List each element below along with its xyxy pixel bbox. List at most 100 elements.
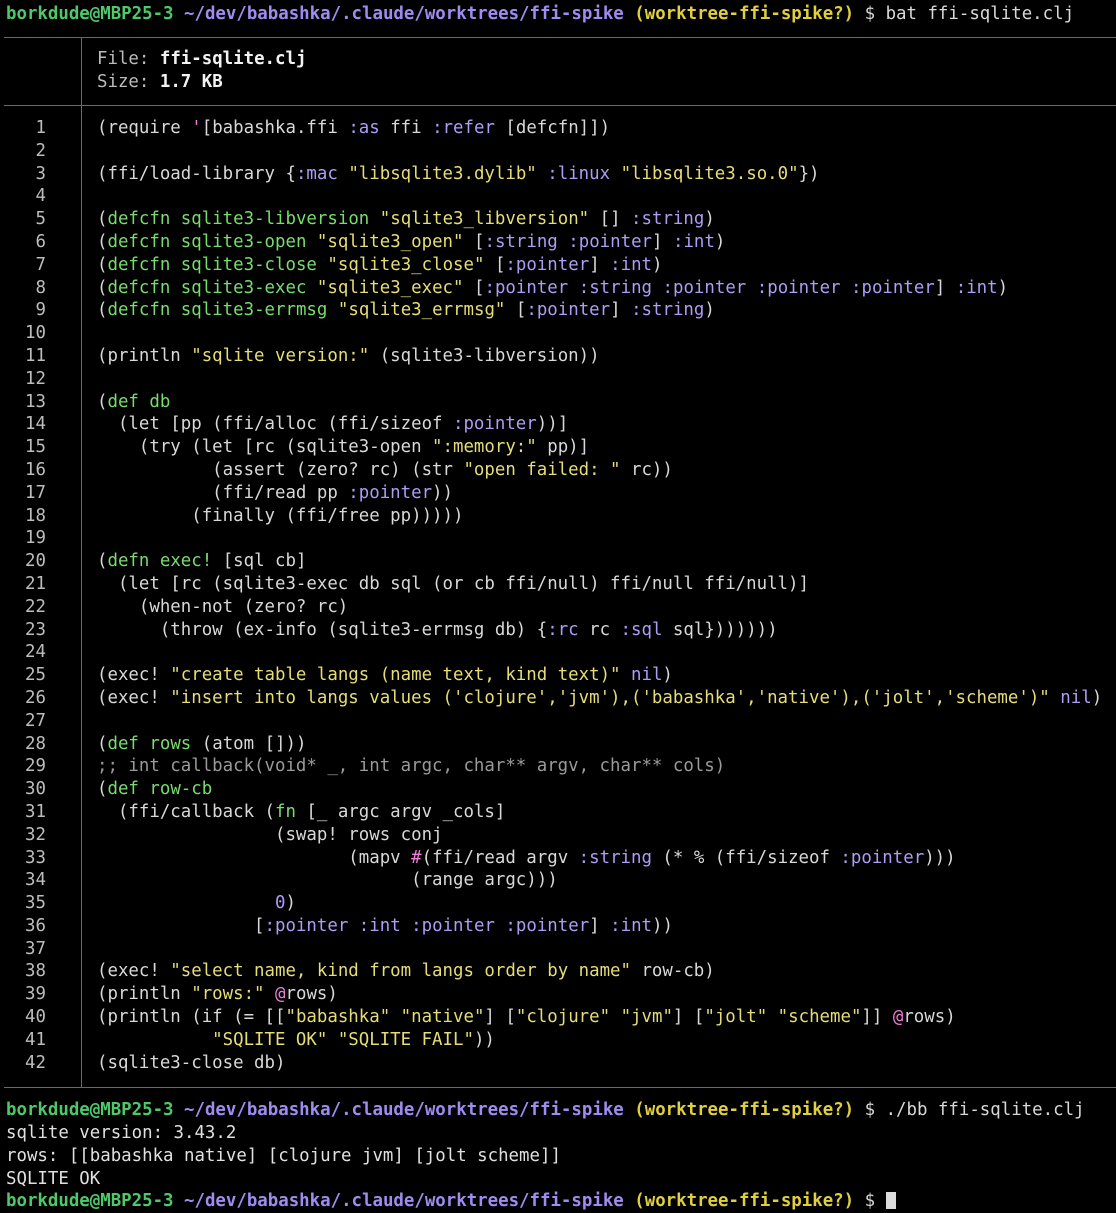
comment-token: ;; int callback(void* _, int argc, char*…	[97, 756, 726, 777]
code-line: (range argc)))	[97, 869, 1116, 892]
code-text: (finally (ffi/free pp)))))	[97, 505, 464, 526]
symbol-name-token: row-cb	[149, 779, 213, 800]
code-text: (sqlite3-libversion))	[369, 345, 600, 366]
line-number: 32	[25, 824, 46, 845]
string-token: "select name, kind from langs order by n…	[170, 961, 631, 982]
code-line: (when-not (zero? rc)	[97, 596, 1116, 619]
file-name-row: File: ffi-sqlite.clj	[97, 48, 306, 71]
code-text: (exec!	[97, 665, 171, 686]
keyword-token: :sql	[620, 619, 663, 640]
code-text: [sql cb]	[212, 551, 307, 572]
line-number: 21	[25, 573, 46, 594]
prompt-line-current[interactable]: borkdude@MBP25-3 ~/dev/babashka/.claude/…	[6, 1190, 1116, 1213]
line-number: 36	[25, 915, 46, 936]
code-text: ))	[652, 915, 673, 936]
line-number: 37	[25, 938, 46, 959]
command-bb: ./bb ffi-sqlite.clj	[885, 1100, 1085, 1120]
prompt-symbol: $	[864, 1100, 876, 1120]
code-text: ]]	[861, 1007, 893, 1028]
code-line: (require '[babashka.ffi :as ffi :refer […	[97, 117, 1116, 140]
symbol-name-token: sqlite3-exec	[180, 277, 307, 298]
line-number: 27	[25, 710, 46, 731]
keyword-token: :pointer	[484, 277, 569, 298]
string-token: "create table langs (name text, kind tex…	[170, 665, 621, 686]
code-line: (mapv #(ffi/read argv :string (* % (ffi/…	[97, 847, 1116, 870]
keyword-token: :int	[610, 915, 653, 936]
keyword-token: :int	[955, 277, 998, 298]
code-line: (exec! "create table langs (name text, k…	[97, 664, 1116, 687]
prompt-user-host: borkdude@MBP25-3	[6, 1191, 174, 1211]
keyword-token: :string	[578, 277, 653, 298]
keyword-token: :string	[631, 300, 705, 321]
string-token: "clojure"	[515, 1007, 611, 1028]
code-line: (ffi/read pp :pointer))	[97, 482, 1116, 505]
code-text: (println (if (= [[	[97, 1007, 286, 1028]
code-text: sql}))))))	[662, 619, 778, 640]
line-number: 41	[25, 1029, 46, 1050]
code-text: )	[1091, 687, 1103, 708]
header-bottom-rule	[4, 105, 1116, 106]
output-line: sqlite version: 3.43.2	[6, 1123, 237, 1143]
file-label: File:	[97, 49, 150, 69]
code-gutter-rule	[81, 105, 82, 1087]
code-line: (defcfn sqlite3-errmsg "sqlite3_errmsg" …	[97, 299, 1116, 322]
line-number: 1	[35, 118, 46, 138]
keyword-token: :string	[484, 231, 558, 252]
keyword-token: :pointer	[264, 915, 349, 936]
code-text: row-cb)	[630, 961, 715, 982]
line-number: 13	[25, 391, 46, 412]
keyword-token: :pointer	[840, 847, 925, 868]
keyword-token: :pointer	[348, 482, 433, 503]
keyword-token: :rc	[547, 619, 579, 640]
code-text: (range argc)))	[97, 870, 558, 891]
code-line: "SQLITE OK" "SQLITE FAIL"))	[97, 1029, 1116, 1052]
keyword-token: :pointer	[505, 254, 590, 275]
keyword-token: :pointer	[505, 915, 590, 936]
prompt-user-host: borkdude@MBP25-3	[6, 1100, 174, 1120]
code-text: (ffi/read argv	[421, 847, 579, 868]
string-token: "scheme"	[777, 1007, 862, 1028]
code-text: )	[704, 300, 715, 321]
special-form-token: defcfn	[107, 254, 171, 275]
code-text: ] [	[484, 1007, 516, 1028]
code-text: rc	[578, 619, 621, 640]
reader-macro-token: #	[411, 847, 422, 868]
keyword-token: :pointer	[568, 231, 653, 252]
prompt-user-host: borkdude@MBP25-3	[6, 4, 174, 24]
code-line: [:pointer :int :pointer :pointer] :int))	[97, 915, 1116, 938]
line-number: 22	[25, 596, 46, 617]
code-line: (def db	[97, 391, 1116, 414]
code-text: (ffi/callback (	[97, 801, 275, 822]
special-form-token: defcfn	[107, 209, 171, 230]
string-token: "jvm"	[620, 1007, 673, 1028]
code-line: (defcfn sqlite3-close "sqlite3_close" [:…	[97, 254, 1116, 277]
keyword-token: :pointer	[756, 277, 841, 298]
code-text: [defcfn]])	[494, 118, 611, 138]
code-line: (exec! "select name, kind from langs ord…	[97, 960, 1116, 983]
line-number: 8	[35, 277, 46, 298]
prompt-line-bb: borkdude@MBP25-3 ~/dev/babashka/.claude/…	[6, 1099, 1116, 1122]
terminal-cursor[interactable]	[885, 1192, 896, 1209]
line-number: 9	[35, 300, 46, 321]
code-text: )	[997, 277, 1009, 298]
command-bat: bat ffi-sqlite.clj	[885, 4, 1075, 24]
file-size: 1.7 KB	[159, 71, 223, 92]
string-token: "sqlite3_close"	[327, 254, 485, 275]
code-text: (assert (zero? rc) (str	[97, 459, 464, 480]
code-text: (	[97, 733, 108, 754]
special-form-token: def	[107, 391, 139, 412]
